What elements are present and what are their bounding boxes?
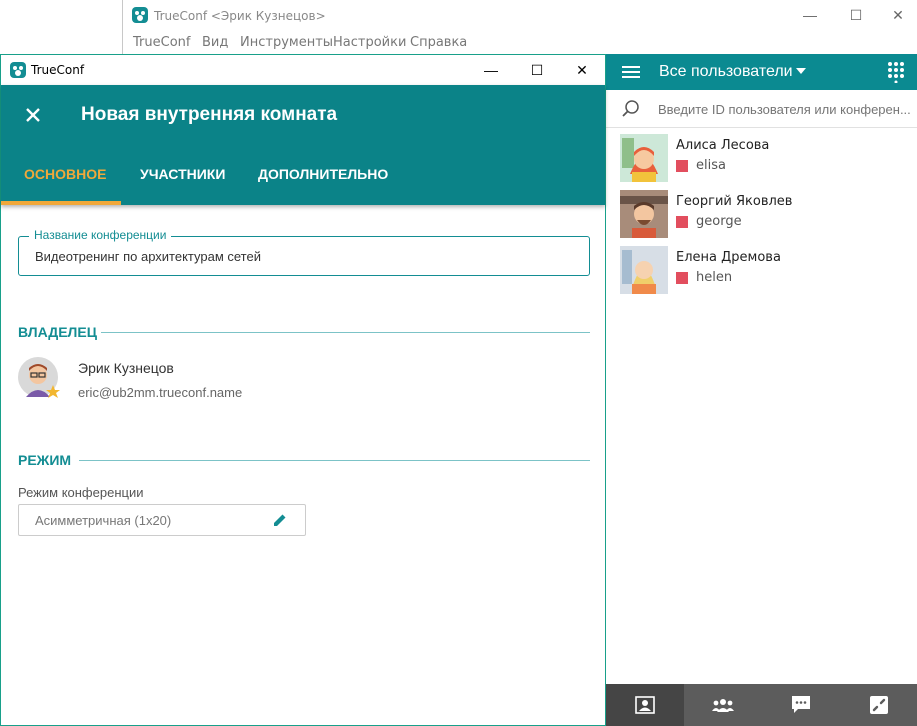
conference-mode-label: Режим конференции bbox=[18, 485, 144, 500]
contact-name: Алиса Лесова bbox=[676, 138, 770, 153]
groups-tab[interactable] bbox=[684, 684, 762, 726]
dialog-titlebar: TrueConf — ☐ ✕ bbox=[1, 55, 605, 85]
search-input[interactable] bbox=[658, 99, 913, 119]
contact-item[interactable]: Елена Дремова helen bbox=[606, 242, 917, 298]
owner-email: eric@ub2mm.trueconf.name bbox=[78, 385, 243, 400]
tab-advanced[interactable]: ДОПОЛНИТЕЛЬНО bbox=[258, 166, 388, 182]
menubar: TrueConf Вид Инструменты Настройки Справ… bbox=[123, 32, 917, 54]
contact-name: Георгий Яковлев bbox=[676, 194, 793, 209]
dialpad-icon[interactable] bbox=[887, 61, 905, 83]
contacts-book-icon bbox=[635, 696, 655, 714]
maximize-button[interactable]: ☐ bbox=[833, 0, 879, 32]
contact-login: george bbox=[696, 214, 742, 229]
status-badge bbox=[676, 160, 688, 172]
active-tab-indicator bbox=[1, 201, 121, 205]
chat-tab[interactable] bbox=[762, 684, 840, 726]
mode-section-title: РЕЖИМ bbox=[18, 452, 72, 468]
trueconf-logo-icon bbox=[132, 7, 148, 23]
avatar bbox=[18, 357, 62, 401]
tab-participants[interactable]: УЧАСТНИКИ bbox=[140, 166, 225, 182]
contact-login: helen bbox=[696, 270, 733, 285]
contact-item[interactable]: Алиса Лесова elisa bbox=[606, 130, 917, 186]
menu-tools[interactable]: Инструменты bbox=[240, 35, 333, 50]
contact-login: elisa bbox=[696, 158, 726, 173]
dialog-minimize-button[interactable]: — bbox=[468, 55, 514, 87]
status-badge bbox=[676, 216, 688, 228]
dialog-close-button[interactable]: ✕ bbox=[559, 55, 605, 87]
conference-name-value[interactable]: Видеотренинг по архитектурам сетей bbox=[35, 249, 261, 264]
conference-name-field[interactable]: Название конференции Видеотренинг по арх… bbox=[18, 228, 590, 276]
dialog-window-title: TrueConf bbox=[31, 63, 85, 77]
call-tab[interactable] bbox=[840, 684, 917, 726]
dialog-header: Новая внутренняя комната ОСНОВНОЕ УЧАСТН… bbox=[1, 85, 605, 205]
page-title: Новая внутренняя комната bbox=[81, 104, 338, 125]
chevron-down-icon[interactable] bbox=[796, 68, 806, 74]
contact-item[interactable]: Георгий Яковлев george bbox=[606, 186, 917, 242]
dialog-maximize-button[interactable]: ☐ bbox=[514, 55, 560, 87]
menu-help[interactable]: Справка bbox=[410, 35, 467, 50]
menu-settings[interactable]: Настройки bbox=[333, 35, 406, 50]
contacts-book-tab[interactable] bbox=[606, 684, 684, 726]
group-icon bbox=[712, 699, 734, 712]
bottom-tab-bar bbox=[606, 684, 917, 726]
divider bbox=[79, 460, 590, 461]
trueconf-logo-icon bbox=[10, 62, 26, 78]
tab-basic[interactable]: ОСНОВНОЕ bbox=[24, 166, 106, 182]
owner-section-title: ВЛАДЕЛЕЦ bbox=[18, 324, 97, 340]
conference-mode-value: Асимметричная (1x20) bbox=[35, 513, 172, 528]
search-row bbox=[606, 90, 917, 128]
contacts-header: Все пользователи bbox=[606, 54, 917, 90]
new-room-dialog: TrueConf — ☐ ✕ Новая внутренняя комната … bbox=[0, 54, 606, 726]
minimize-button[interactable]: — bbox=[787, 0, 833, 32]
chat-icon bbox=[792, 696, 810, 713]
contacts-panel: Все пользователи Введите ID пользователя… bbox=[606, 54, 917, 726]
contacts-filter-dropdown[interactable]: Все пользователи bbox=[659, 63, 793, 81]
main-window-title: TrueConf <Эрик Кузнецов> bbox=[154, 9, 326, 23]
menu-view[interactable]: Вид bbox=[202, 35, 228, 50]
conference-mode-select[interactable]: Асимметричная (1x20) bbox=[18, 504, 306, 536]
divider bbox=[101, 332, 590, 333]
edit-pencil-icon[interactable] bbox=[273, 513, 287, 527]
avatar bbox=[620, 246, 668, 294]
contact-name: Елена Дремова bbox=[676, 250, 781, 265]
search-icon bbox=[622, 100, 639, 117]
menu-trueconf[interactable]: TrueConf bbox=[133, 35, 190, 50]
status-badge bbox=[676, 272, 688, 284]
hamburger-menu-icon[interactable] bbox=[622, 64, 640, 80]
close-icon[interactable] bbox=[25, 107, 41, 123]
avatar bbox=[620, 190, 668, 238]
main-window-titlebar: TrueConf <Эрик Кузнецов> — ☐ ✕ bbox=[123, 0, 917, 32]
owner-name: Эрик Кузнецов bbox=[78, 360, 174, 376]
avatar bbox=[620, 134, 668, 182]
conference-name-label: Название конференции bbox=[29, 228, 172, 242]
close-button[interactable]: ✕ bbox=[875, 0, 917, 32]
call-icon bbox=[870, 696, 888, 714]
